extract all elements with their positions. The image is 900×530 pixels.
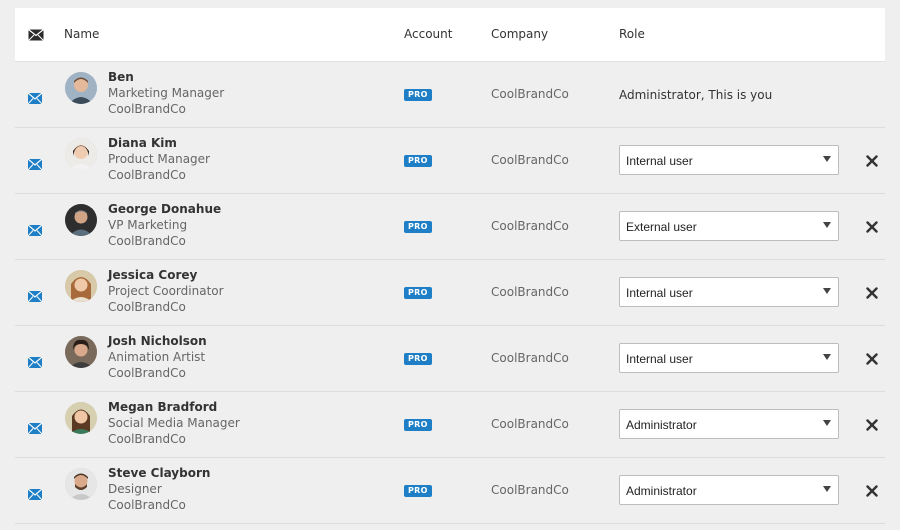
role-select-value: Administrator [626, 418, 697, 432]
header-name[interactable]: Name [64, 27, 99, 41]
role-select-value: Internal user [626, 352, 693, 366]
table-header: Name Account Company Role [15, 8, 885, 62]
user-title: Product Manager [108, 152, 210, 166]
account-badge: PRO [404, 353, 432, 365]
avatar [65, 402, 97, 434]
role-select-value: Internal user [626, 286, 693, 300]
user-company: CoolBrandCo [108, 498, 186, 512]
table-row: Steve Clayborn Designer CoolBrandCo PRO … [15, 458, 885, 524]
avatar [65, 204, 97, 236]
mail-icon[interactable] [27, 287, 43, 306]
role-select-value: Administrator [626, 484, 697, 498]
user-company: CoolBrandCo [108, 234, 186, 248]
avatar [65, 468, 97, 500]
role-select[interactable]: Administrator [619, 409, 839, 439]
table-row: Josh Nicholson Animation Artist CoolBran… [15, 326, 885, 392]
company-cell: CoolBrandCo [491, 483, 569, 497]
user-name[interactable]: Josh Nicholson [108, 333, 207, 349]
user-title: VP Marketing [108, 218, 188, 232]
header-role[interactable]: Role [619, 27, 645, 41]
header-account[interactable]: Account [404, 27, 452, 41]
user-name[interactable]: Steve Clayborn [108, 465, 210, 481]
user-title: Project Coordinator [108, 284, 224, 298]
chevron-down-icon [823, 222, 831, 228]
table-row: Ben Marketing Manager CoolBrandCo PRO Co… [15, 62, 885, 128]
user-company: CoolBrandCo [108, 102, 186, 116]
user-company: CoolBrandCo [108, 432, 186, 446]
role-select[interactable]: Administrator [619, 475, 839, 505]
table-row: George Donahue VP Marketing CoolBrandCo … [15, 194, 885, 260]
avatar [65, 336, 97, 368]
role-select[interactable]: Internal user [619, 343, 839, 373]
user-company: CoolBrandCo [108, 168, 186, 182]
header-mail-icon[interactable] [28, 29, 44, 44]
users-table: Name Account Company Role Ben Marketing … [15, 8, 885, 524]
avatar [65, 270, 97, 302]
company-cell: CoolBrandCo [491, 417, 569, 431]
table-row: Diana Kim Product Manager CoolBrandCo PR… [15, 128, 885, 194]
mail-icon[interactable] [27, 419, 43, 438]
user-info: Josh Nicholson Animation Artist CoolBran… [108, 333, 207, 381]
chevron-down-icon [823, 354, 831, 360]
chevron-down-icon [823, 288, 831, 294]
chevron-down-icon [823, 156, 831, 162]
user-title: Designer [108, 482, 162, 496]
table-row: Jessica Corey Project Coordinator CoolBr… [15, 260, 885, 326]
company-cell: CoolBrandCo [491, 87, 569, 101]
company-cell: CoolBrandCo [491, 351, 569, 365]
header-company[interactable]: Company [491, 27, 548, 41]
avatar [65, 72, 97, 104]
user-name[interactable]: George Donahue [108, 201, 221, 217]
user-name[interactable]: Jessica Corey [108, 267, 224, 283]
account-badge: PRO [404, 155, 432, 167]
role-select[interactable]: Internal user [619, 277, 839, 307]
role-select[interactable]: Internal user [619, 145, 839, 175]
user-name[interactable]: Ben [108, 69, 224, 85]
user-info: Jessica Corey Project Coordinator CoolBr… [108, 267, 224, 315]
company-cell: CoolBrandCo [491, 219, 569, 233]
mail-icon[interactable] [27, 221, 43, 240]
user-info: George Donahue VP Marketing CoolBrandCo [108, 201, 221, 249]
avatar [65, 138, 97, 170]
company-cell: CoolBrandCo [491, 285, 569, 299]
user-title: Marketing Manager [108, 86, 225, 100]
user-info: Diana Kim Product Manager CoolBrandCo [108, 135, 210, 183]
user-name[interactable]: Megan Bradford [108, 399, 240, 415]
mail-icon[interactable] [27, 89, 43, 108]
account-badge: PRO [404, 89, 432, 101]
user-title: Animation Artist [108, 350, 206, 364]
account-badge: PRO [404, 221, 432, 233]
remove-user-button[interactable] [866, 482, 878, 497]
mail-icon[interactable] [27, 485, 43, 504]
remove-user-button[interactable] [866, 416, 878, 431]
mail-icon[interactable] [27, 353, 43, 372]
chevron-down-icon [823, 486, 831, 492]
user-title: Social Media Manager [108, 416, 240, 430]
remove-user-button[interactable] [866, 350, 878, 365]
account-badge: PRO [404, 485, 432, 497]
user-name[interactable]: Diana Kim [108, 135, 210, 151]
role-select-value: External user [626, 220, 697, 234]
company-cell: CoolBrandCo [491, 153, 569, 167]
role-select[interactable]: External user [619, 211, 839, 241]
account-badge: PRO [404, 419, 432, 431]
user-company: CoolBrandCo [108, 366, 186, 380]
chevron-down-icon [823, 420, 831, 426]
user-company: CoolBrandCo [108, 300, 186, 314]
remove-user-button[interactable] [866, 218, 878, 233]
mail-icon[interactable] [27, 155, 43, 174]
user-info: Megan Bradford Social Media Manager Cool… [108, 399, 240, 447]
table-row: Megan Bradford Social Media Manager Cool… [15, 392, 885, 458]
user-info: Steve Clayborn Designer CoolBrandCo [108, 465, 210, 513]
remove-user-button[interactable] [866, 284, 878, 299]
remove-user-button[interactable] [866, 152, 878, 167]
user-info: Ben Marketing Manager CoolBrandCo [108, 69, 224, 117]
role-text: Administrator, This is you [619, 88, 773, 102]
account-badge: PRO [404, 287, 432, 299]
role-select-value: Internal user [626, 154, 693, 168]
